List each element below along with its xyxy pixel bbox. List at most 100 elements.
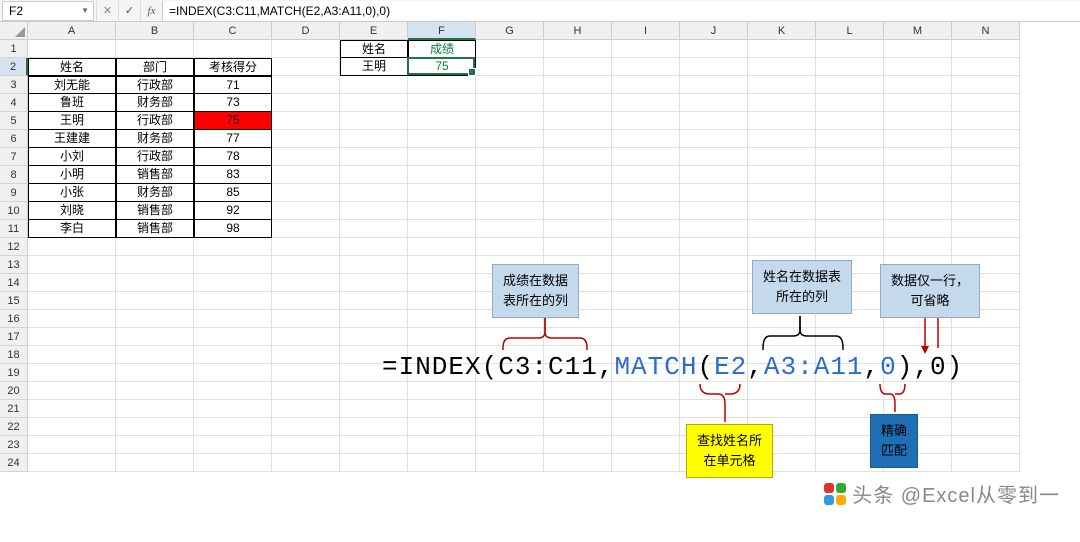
cell-C10[interactable]: 92 <box>194 202 272 220</box>
cell-C21[interactable] <box>194 400 272 418</box>
cell-M15[interactable] <box>884 292 952 310</box>
column-header-H[interactable]: H <box>544 22 612 40</box>
cell-I9[interactable] <box>612 184 680 202</box>
cell-G5[interactable] <box>476 112 544 130</box>
cell-H15[interactable] <box>544 292 612 310</box>
cell-M21[interactable] <box>884 400 952 418</box>
cell-D6[interactable] <box>272 130 340 148</box>
cell-B14[interactable] <box>116 274 194 292</box>
cell-L15[interactable] <box>816 292 884 310</box>
cell-B18[interactable] <box>116 346 194 364</box>
cell-K23[interactable] <box>748 436 816 454</box>
cell-F13[interactable] <box>408 256 476 274</box>
cell-J1[interactable] <box>680 40 748 58</box>
cell-K17[interactable] <box>748 328 816 346</box>
cell-F17[interactable] <box>408 328 476 346</box>
cell-E24[interactable] <box>340 454 408 472</box>
cell-F14[interactable] <box>408 274 476 292</box>
cell-J10[interactable] <box>680 202 748 220</box>
cell-H14[interactable] <box>544 274 612 292</box>
cell-M7[interactable] <box>884 148 952 166</box>
cell-N1[interactable] <box>952 40 1020 58</box>
row-header-4[interactable]: 4 <box>0 94 28 112</box>
cell-E17[interactable] <box>340 328 408 346</box>
cell-F5[interactable] <box>408 112 476 130</box>
cell-G7[interactable] <box>476 148 544 166</box>
cell-E21[interactable] <box>340 400 408 418</box>
cell-G3[interactable] <box>476 76 544 94</box>
cell-A11[interactable]: 李白 <box>28 220 116 238</box>
cell-D3[interactable] <box>272 76 340 94</box>
cell-M19[interactable] <box>884 364 952 382</box>
cell-C18[interactable] <box>194 346 272 364</box>
cell-I6[interactable] <box>612 130 680 148</box>
cell-E10[interactable] <box>340 202 408 220</box>
cell-I22[interactable] <box>612 418 680 436</box>
cell-A6[interactable]: 王建建 <box>28 130 116 148</box>
cell-A3[interactable]: 刘无能 <box>28 76 116 94</box>
cell-M2[interactable] <box>884 58 952 76</box>
row-header-11[interactable]: 11 <box>0 220 28 238</box>
cell-E22[interactable] <box>340 418 408 436</box>
cell-G16[interactable] <box>476 310 544 328</box>
cell-G1[interactable] <box>476 40 544 58</box>
cell-F21[interactable] <box>408 400 476 418</box>
cell-A16[interactable] <box>28 310 116 328</box>
cell-K14[interactable] <box>748 274 816 292</box>
cell-J9[interactable] <box>680 184 748 202</box>
cell-H4[interactable] <box>544 94 612 112</box>
row-header-12[interactable]: 12 <box>0 238 28 256</box>
cell-C22[interactable] <box>194 418 272 436</box>
cell-I23[interactable] <box>612 436 680 454</box>
cell-E14[interactable] <box>340 274 408 292</box>
cell-H6[interactable] <box>544 130 612 148</box>
fx-icon[interactable]: fx <box>140 1 162 21</box>
cell-D14[interactable] <box>272 274 340 292</box>
cell-L19[interactable] <box>816 364 884 382</box>
row-header-5[interactable]: 5 <box>0 112 28 130</box>
cell-B6[interactable]: 财务部 <box>116 130 194 148</box>
cell-N10[interactable] <box>952 202 1020 220</box>
cell-M17[interactable] <box>884 328 952 346</box>
cell-B2[interactable]: 部门 <box>116 58 194 76</box>
cell-I18[interactable] <box>612 346 680 364</box>
cell-E6[interactable] <box>340 130 408 148</box>
cell-A2[interactable]: 姓名 <box>28 58 116 76</box>
cell-N22[interactable] <box>952 418 1020 436</box>
cell-H21[interactable] <box>544 400 612 418</box>
cell-B7[interactable]: 行政部 <box>116 148 194 166</box>
row-header-17[interactable]: 17 <box>0 328 28 346</box>
cell-D13[interactable] <box>272 256 340 274</box>
cell-A13[interactable] <box>28 256 116 274</box>
cell-A5[interactable]: 王明 <box>28 112 116 130</box>
cell-G2[interactable] <box>476 58 544 76</box>
cell-E18[interactable] <box>340 346 408 364</box>
cell-M4[interactable] <box>884 94 952 112</box>
cell-G20[interactable] <box>476 382 544 400</box>
cell-B11[interactable]: 销售部 <box>116 220 194 238</box>
row-header-2[interactable]: 2 <box>0 58 28 76</box>
cell-J13[interactable] <box>680 256 748 274</box>
cell-H7[interactable] <box>544 148 612 166</box>
cell-B1[interactable] <box>116 40 194 58</box>
cell-E15[interactable] <box>340 292 408 310</box>
cell-D12[interactable] <box>272 238 340 256</box>
column-header-B[interactable]: B <box>116 22 194 40</box>
cell-L23[interactable] <box>816 436 884 454</box>
cell-H23[interactable] <box>544 436 612 454</box>
cell-F4[interactable] <box>408 94 476 112</box>
cell-H3[interactable] <box>544 76 612 94</box>
row-header-13[interactable]: 13 <box>0 256 28 274</box>
cell-D22[interactable] <box>272 418 340 436</box>
cell-G10[interactable] <box>476 202 544 220</box>
cell-A8[interactable]: 小明 <box>28 166 116 184</box>
cell-K11[interactable] <box>748 220 816 238</box>
column-header-N[interactable]: N <box>952 22 1020 40</box>
cell-D18[interactable] <box>272 346 340 364</box>
cell-D9[interactable] <box>272 184 340 202</box>
cell-D7[interactable] <box>272 148 340 166</box>
cell-N8[interactable] <box>952 166 1020 184</box>
cell-E4[interactable] <box>340 94 408 112</box>
cell-B12[interactable] <box>116 238 194 256</box>
cell-A4[interactable]: 鲁班 <box>28 94 116 112</box>
